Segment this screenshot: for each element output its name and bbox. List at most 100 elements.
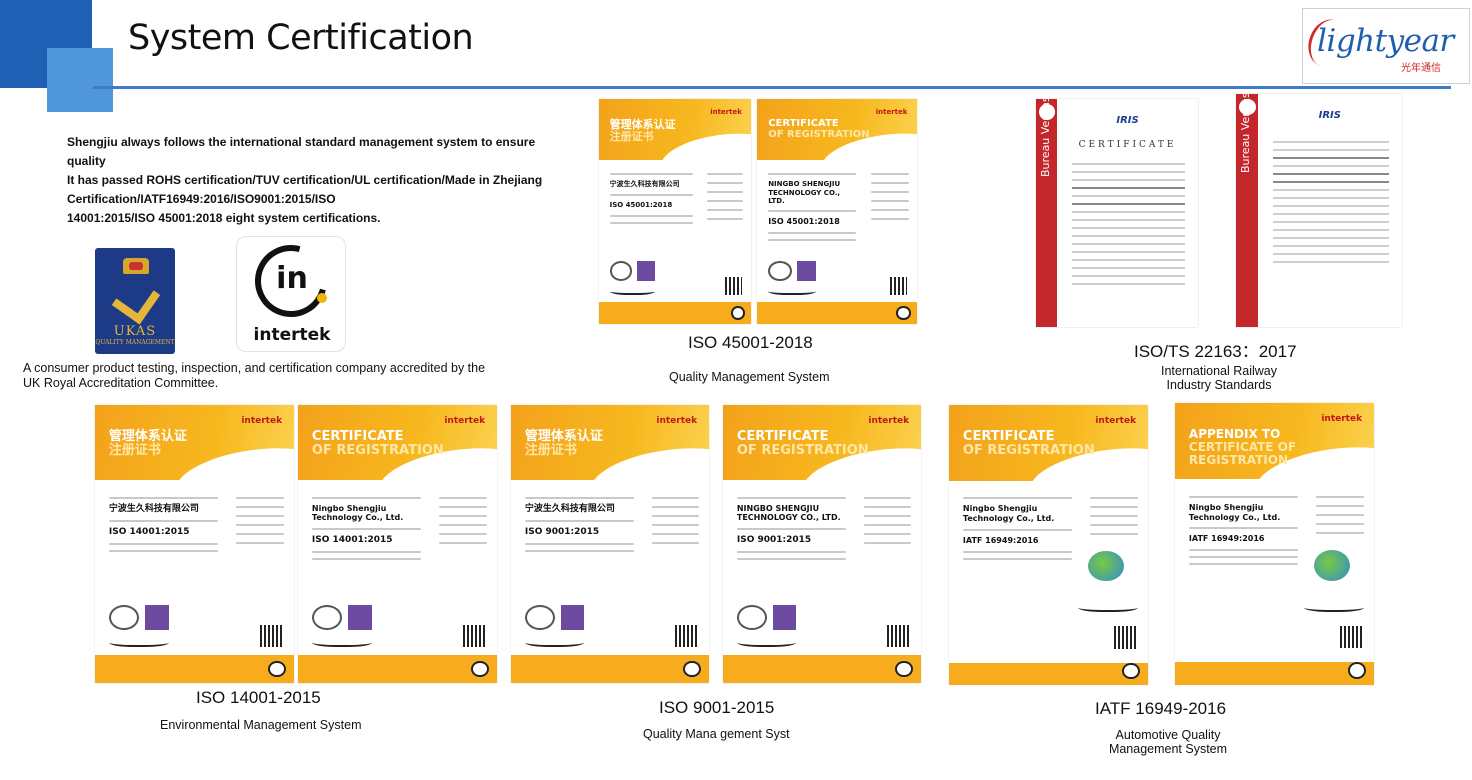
certificate-image-iso14001-cn: intertek 管理体系认证 注册证书 宁波生久科技有限公司 ISO 14001:… — [95, 405, 294, 683]
ukas-sub: QUALITY MANAGEMENT — [95, 339, 175, 346]
cert-subheading: CERTIFICATE OF REGISTRATION — [1188, 439, 1297, 467]
cert-subheading: 注册证书 — [609, 129, 654, 143]
cert-heading: 管理体系认证 — [108, 429, 187, 445]
iris-mark: IRIS — [1318, 110, 1341, 122]
cert-code-iso14001: ISO 14001-2015 — [196, 688, 321, 707]
certificate-image-iso45001-cn: intertek 管理体系认证 注册证书 宁波生久科技有限公司 ISO 45001:… — [599, 99, 751, 324]
qr-code-icon — [1340, 625, 1363, 649]
ukas-seal-icon — [560, 605, 585, 631]
globe-seal-icon — [736, 605, 767, 631]
ukas-seal-icon — [772, 605, 797, 631]
intertek-mark: intertek — [875, 108, 908, 116]
intertek-mark: intertek — [868, 416, 910, 427]
intro-line: It has passed ROHS certification/TUV cer… — [67, 173, 543, 187]
ukas-seal-icon — [144, 605, 169, 631]
cert-subheading: 注册证书 — [108, 442, 161, 458]
accreditation-line: A consumer product testing, inspection, … — [23, 361, 486, 375]
intro-text: Shengjiu always follows the internationa… — [67, 133, 577, 228]
signature — [736, 636, 797, 647]
cert-code-iatf: IATF 16949-2016 — [1095, 699, 1227, 718]
cert-standard: ISO 9001:2015 — [736, 534, 812, 545]
cert-standard: ISO 14001:2015 — [311, 534, 393, 545]
cert-name-iso45001: Quality Management System — [669, 370, 830, 384]
intertek-logo: in intertek — [236, 231, 346, 352]
intertek-mark: intertek — [710, 108, 742, 116]
cert-standard: IATF 16949:2016 — [962, 535, 1039, 545]
intertek-mark: intertek — [656, 416, 698, 427]
intro-line: Shengjiu always follows the internationa… — [67, 135, 536, 168]
ukas-logo: UKAS QUALITY MANAGEMENT — [95, 248, 175, 354]
cert-name-line: Management System — [1108, 742, 1228, 756]
ukas-seal-icon — [797, 261, 817, 282]
cert-name-iris: International Railway Industry Standards — [1119, 364, 1319, 392]
signature — [311, 636, 372, 647]
globe-seal-icon — [768, 261, 793, 282]
cert-heading: CERTIFICATE — [1078, 140, 1177, 151]
check-icon — [111, 275, 161, 325]
bv-strip-text: Bureau Veritas Certification — [1239, 94, 1252, 174]
cert-company: Ningbo Shengjiu Technology Co., Ltd. — [1188, 503, 1281, 522]
cert-subheading: OF REGISTRATION — [736, 442, 869, 458]
crown-icon — [123, 258, 149, 274]
cert-code-iso9001: ISO 9001-2015 — [659, 698, 775, 717]
qr-code-icon — [260, 624, 283, 647]
cert-standard: IATF 16949:2016 — [1188, 534, 1265, 544]
intertek-badge-icon — [731, 306, 745, 320]
intro-line: Certification/IATF16949:2016/ISO9001:201… — [67, 192, 336, 206]
intertek-mark: intertek — [444, 416, 486, 427]
intertek-word: intertek — [253, 325, 331, 345]
cert-standard: ISO 45001:2018 — [609, 200, 673, 209]
signature — [1304, 600, 1365, 612]
signature — [609, 286, 656, 295]
signature — [524, 636, 585, 647]
cert-company: Ningbo Shengjiu Technology Co., Ltd. — [311, 503, 404, 523]
certificate-image-iso45001-en: intertek CERTIFICATE OF REGISTRATION NING… — [757, 99, 917, 324]
iatf-globe-icon — [1088, 550, 1125, 582]
iris-mark: IRIS — [1116, 114, 1139, 126]
signature — [768, 286, 817, 295]
ukas-seal-icon — [347, 605, 372, 631]
logo-brand: lightyear — [1317, 23, 1454, 59]
intro-line: 14001:2015/ISO 45001:2018 eight system c… — [67, 211, 381, 225]
globe-seal-icon — [609, 261, 633, 282]
certificate-image-iris-1: Bureau Veritas Certification IRIS CERTIF… — [1036, 99, 1198, 327]
cert-heading: CERTIFICATE — [736, 429, 829, 445]
intertek-mark: intertek — [1321, 414, 1363, 425]
cert-heading: CERTIFICATE — [311, 429, 404, 445]
cert-company: 宁波生久科技有限公司 — [524, 503, 615, 514]
cert-subheading: OF REGISTRATION — [311, 442, 444, 458]
qr-code-icon — [1114, 626, 1137, 649]
globe-seal-icon — [311, 605, 342, 631]
cert-subheading: OF REGISTRATION — [768, 128, 870, 140]
globe-seal-icon — [524, 605, 555, 631]
cert-name-iatf: Automotive Quality Management System — [1068, 728, 1268, 756]
qr-code-icon — [463, 624, 486, 647]
cert-subheading: 注册证书 — [524, 442, 577, 458]
cert-name-line: Industry Standards — [1166, 378, 1272, 392]
signature — [1078, 601, 1139, 613]
certificate-image-iatf-1: intertek CERTIFICATE OF REGISTRATION Ning… — [949, 405, 1148, 685]
qr-code-icon — [675, 624, 698, 647]
accreditation-line: UK Royal Accreditation Committee. — [23, 376, 219, 390]
ukas-seal-icon — [637, 261, 656, 282]
header-rule — [93, 86, 1451, 89]
cert-company: NINGBO SHENGJIU TECHNOLOGY CO., LTD. — [768, 180, 841, 206]
bv-strip-text: Bureau Veritas Certification — [1039, 99, 1052, 177]
certificate-image-iso9001-cn: intertek 管理体系认证 注册证书 宁波生久科技有限公司 ISO 9001:2… — [511, 405, 709, 683]
globe-seal-icon — [108, 605, 139, 631]
intertek-in-glyph: in — [276, 261, 308, 296]
page-title: System Certification — [128, 18, 474, 58]
cert-name-iso9001: Quality Mana gement Syst — [643, 727, 790, 741]
intertek-mark: intertek — [241, 416, 283, 427]
cert-subheading: OF REGISTRATION — [962, 442, 1095, 458]
cert-heading: 管理体系认证 — [524, 429, 603, 445]
cert-standard: ISO 14001:2015 — [108, 526, 190, 537]
cert-company: 宁波生久科技有限公司 — [108, 503, 199, 514]
ukas-word: UKAS — [113, 324, 157, 339]
qr-code-icon — [725, 276, 742, 295]
cert-name-line: International Railway — [1160, 364, 1278, 378]
certificate-image-iatf-2: intertek APPENDIX TO CERTIFICATE OF REGIS… — [1175, 403, 1374, 685]
certificate-image-iris-2: Bureau Veritas Certification IRIS — [1236, 94, 1402, 327]
accreditation-description: A consumer product testing, inspection, … — [23, 361, 543, 391]
certificate-image-iso14001-en: intertek CERTIFICATE OF REGISTRATION Ning… — [298, 405, 497, 683]
